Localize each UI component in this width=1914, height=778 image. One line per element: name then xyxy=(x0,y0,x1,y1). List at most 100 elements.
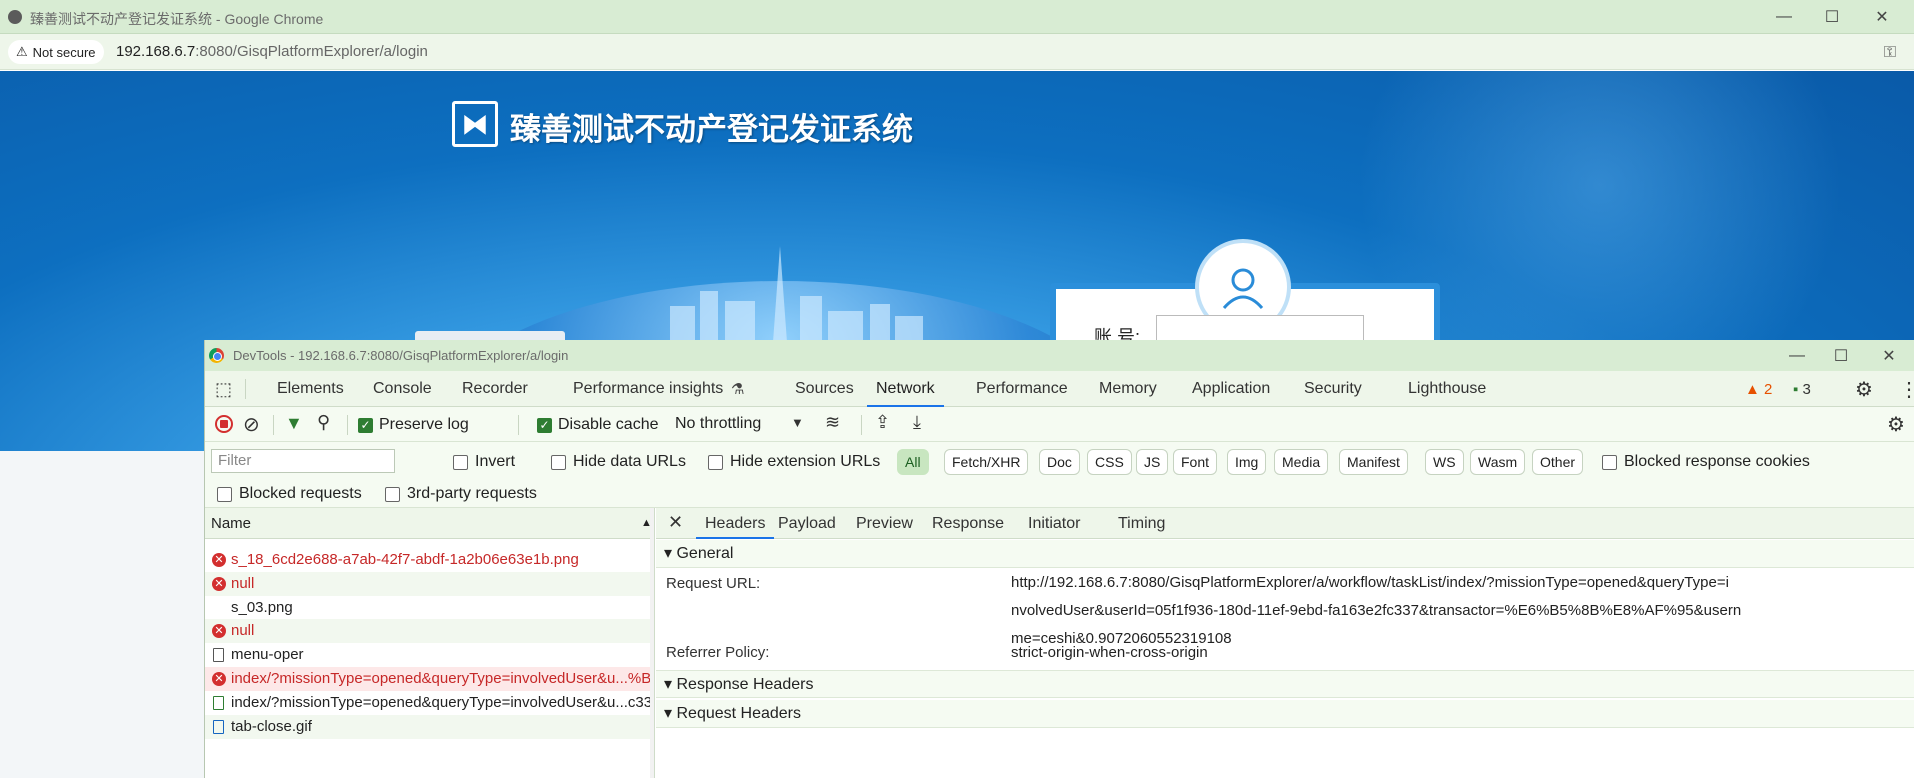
request-headers-section[interactable]: ▾ Request Headers xyxy=(656,700,1914,728)
search-icon[interactable]: ⚲ xyxy=(317,412,330,433)
checkbox[interactable] xyxy=(453,454,468,470)
checkbox[interactable] xyxy=(1602,454,1617,470)
hide-data-urls-checkbox[interactable]: Hide data URLs xyxy=(551,453,686,471)
referrer-policy-value: strict-origin-when-cross-origin xyxy=(1011,644,1208,661)
invert-checkbox[interactable]: Invert xyxy=(453,453,515,471)
export-har-icon[interactable]: ⤓ xyxy=(913,412,921,433)
key-icon[interactable]: ⚿ xyxy=(1884,44,1896,62)
filter-chip-css[interactable]: CSS xyxy=(1087,449,1132,475)
filter-chip-manifest[interactable]: Manifest xyxy=(1339,449,1408,475)
address-bar[interactable]: ⚠ Not secure 192.168.6.7:8080/GisqPlatfo… xyxy=(0,34,1914,70)
blocked-response-cookies-checkbox[interactable]: Blocked response cookies xyxy=(1602,453,1810,471)
filter-chip-wasm[interactable]: Wasm xyxy=(1470,449,1526,475)
inspect-element-icon[interactable]: ⬚ xyxy=(215,379,232,400)
settings-gear-icon[interactable]: ⚙ xyxy=(1855,377,1873,402)
chevron-down-icon[interactable]: ▼ xyxy=(791,415,804,430)
tab-recorder[interactable]: Recorder xyxy=(462,371,528,407)
security-chip[interactable]: ⚠ Not secure xyxy=(8,40,104,64)
request-row[interactable]: ✕ null xyxy=(205,619,650,643)
clear-icon[interactable]: ⊘ xyxy=(243,412,260,437)
filter-input[interactable]: Filter xyxy=(211,449,395,473)
message-count[interactable]: ▪ 3 xyxy=(1793,381,1811,398)
document-icon xyxy=(213,648,224,662)
maximize-button[interactable]: ☐ xyxy=(1806,0,1858,34)
warning-count[interactable]: ▲ 2 xyxy=(1745,381,1772,398)
request-url-value[interactable]: http://192.168.6.7:8080/GisqPlatformExpl… xyxy=(1011,572,1914,650)
tab-lighthouse[interactable]: Lighthouse xyxy=(1408,371,1486,407)
request-list-scrollbar[interactable] xyxy=(650,508,654,778)
disable-cache-checkbox[interactable]: ✓ Disable cache xyxy=(537,416,659,434)
devtools-window: DevTools - 192.168.6.7:8080/GisqPlatform… xyxy=(204,340,1914,778)
request-row-selected[interactable]: ✕ index/?missionType=opened&queryType=in… xyxy=(205,667,650,691)
divider xyxy=(347,415,348,435)
tab-initiator[interactable]: Initiator xyxy=(1028,508,1080,539)
network-conditions-icon[interactable]: ≋ xyxy=(825,412,840,433)
tab-network[interactable]: Network xyxy=(867,371,944,407)
request-row[interactable]: ✕ null xyxy=(205,572,650,596)
request-row[interactable]: index/?missionType=opened&queryType=invo… xyxy=(205,691,650,715)
hide-extension-urls-label: Hide extension URLs xyxy=(730,453,881,470)
more-options-icon[interactable]: ⋮ xyxy=(1899,377,1914,402)
filter-chip-doc[interactable]: Doc xyxy=(1039,449,1080,475)
tab-payload[interactable]: Payload xyxy=(778,508,836,539)
tab-timing[interactable]: Timing xyxy=(1118,508,1165,539)
message-icon: ▪ xyxy=(1793,381,1799,398)
filter-chip-img[interactable]: Img xyxy=(1227,449,1267,475)
close-details-icon[interactable]: ✕ xyxy=(668,512,683,533)
general-section-header[interactable]: ▾ General xyxy=(656,540,1914,568)
checkbox[interactable] xyxy=(708,454,723,470)
filter-chip-font[interactable]: Font xyxy=(1173,449,1218,475)
tab-memory[interactable]: Memory xyxy=(1099,371,1157,407)
tab-preview[interactable]: Preview xyxy=(856,508,913,539)
tab-performance[interactable]: Performance xyxy=(976,371,1068,407)
user-silhouette-icon xyxy=(1222,268,1264,310)
tab-response[interactable]: Response xyxy=(932,508,1004,539)
request-row[interactable]: s_03.png xyxy=(205,596,650,620)
filter-chip-media[interactable]: Media xyxy=(1274,449,1329,475)
filter-chip-ws[interactable]: WS xyxy=(1425,449,1464,475)
request-row[interactable]: menu-oper xyxy=(205,643,650,667)
filter-chip-js[interactable]: JS xyxy=(1136,449,1169,475)
tab-performance-insights[interactable]: Performance insights xyxy=(573,371,723,407)
checkbox-checked[interactable]: ✓ xyxy=(537,417,552,433)
tab-headers[interactable]: Headers xyxy=(696,508,775,539)
warning-triangle-icon: ⚠ xyxy=(16,44,28,59)
request-url-line: http://192.168.6.7:8080/GisqPlatformExpl… xyxy=(1011,574,1729,591)
checkbox[interactable] xyxy=(217,486,232,502)
name-column-header[interactable]: Name ▲ xyxy=(205,508,654,539)
system-logo-icon: ⧓ xyxy=(452,101,498,147)
request-row[interactable]: tab-close.gif xyxy=(205,715,650,739)
tab-security[interactable]: Security xyxy=(1304,371,1362,407)
tab-console[interactable]: Console xyxy=(373,371,432,407)
minimize-button[interactable]: — xyxy=(1758,0,1810,34)
devtools-maximize-button[interactable]: ☐ xyxy=(1815,340,1867,371)
tab-application[interactable]: Application xyxy=(1192,371,1270,407)
request-row[interactable]: ✕ s_18_6cd2e688-a7ab-42f7-abdf-1a2b06e63… xyxy=(205,548,650,572)
network-settings-icon[interactable]: ⚙ xyxy=(1887,412,1905,437)
preserve-log-checkbox[interactable]: ✓ Preserve log xyxy=(358,416,469,434)
checkbox-checked[interactable]: ✓ xyxy=(358,417,373,433)
divider xyxy=(245,379,246,399)
hide-extension-urls-checkbox[interactable]: Hide extension URLs xyxy=(708,453,880,471)
response-headers-section[interactable]: ▾ Response Headers xyxy=(656,670,1914,698)
checkbox[interactable] xyxy=(385,486,400,502)
request-name: null xyxy=(231,575,255,592)
filter-chip-fetch-xhr[interactable]: Fetch/XHR xyxy=(944,449,1029,475)
record-stop-button[interactable] xyxy=(215,415,233,433)
request-list: Name ▲ ✕ s_18_6cd2e688-a7ab-42f7-abdf-1a… xyxy=(205,508,655,778)
third-party-requests-checkbox[interactable]: 3rd-party requests xyxy=(385,485,537,503)
filter-funnel-icon[interactable]: ▼ xyxy=(285,413,303,434)
url-text[interactable]: 192.168.6.7:8080/GisqPlatformExplorer/a/… xyxy=(116,43,428,60)
tab-elements[interactable]: Elements xyxy=(277,371,344,407)
blocked-requests-checkbox[interactable]: Blocked requests xyxy=(217,485,362,503)
filter-chip-other[interactable]: Other xyxy=(1532,449,1584,475)
request-name: s_03.png xyxy=(231,599,293,616)
divider xyxy=(518,415,519,435)
throttling-select[interactable]: No throttling xyxy=(675,415,761,433)
checkbox[interactable] xyxy=(551,454,566,470)
import-har-icon[interactable]: ⇪ xyxy=(875,412,890,433)
filter-chip-all[interactable]: All xyxy=(897,449,929,475)
tab-sources[interactable]: Sources xyxy=(795,371,854,407)
close-button[interactable]: ✕ xyxy=(1856,0,1908,34)
devtools-close-button[interactable]: ✕ xyxy=(1863,340,1914,371)
